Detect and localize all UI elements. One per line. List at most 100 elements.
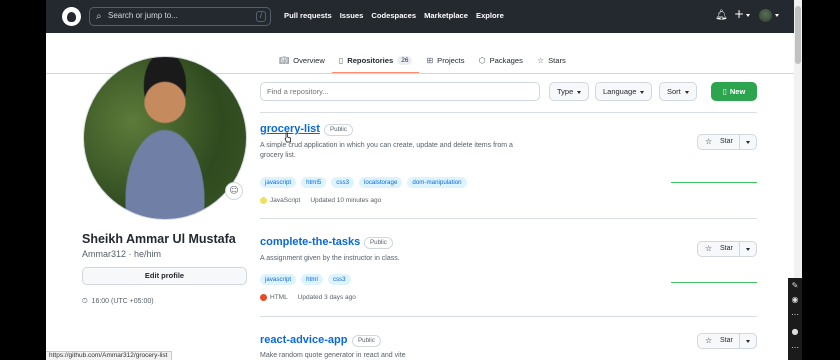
- chevron-down-icon: [640, 90, 645, 94]
- nav-marketplace[interactable]: Marketplace: [424, 11, 468, 20]
- header-nav: Pull requests Issues Codespaces Marketpl…: [284, 11, 504, 20]
- topic-tag[interactable]: javascript: [260, 177, 297, 188]
- repo-icon: ▯: [338, 55, 344, 65]
- tab-label: Packages: [489, 55, 523, 65]
- book-icon: 📖︎: [279, 55, 290, 65]
- new-button-label: New: [729, 87, 746, 96]
- github-header: ⌕ Search or jump to... / Pull requests I…: [46, 0, 794, 33]
- topic-tag[interactable]: css3: [327, 274, 351, 285]
- camera-icon[interactable]: ◉: [791, 296, 799, 304]
- tab-stars[interactable]: ☆ Stars: [530, 50, 573, 70]
- table-icon: ⊞: [426, 55, 434, 65]
- activity-sparkline: [671, 182, 757, 183]
- package-icon: ⬡: [478, 55, 486, 65]
- repo-description: A simple crud application in which you c…: [260, 142, 513, 159]
- type-filter-button[interactable]: Type: [549, 82, 590, 101]
- repo-count-badge: 26: [397, 55, 413, 65]
- profile-photo[interactable]: [83, 56, 247, 220]
- star-button-divider: [739, 242, 740, 256]
- chevron-down-icon: [577, 90, 582, 94]
- repo-updated: Updated 10 minutes ago: [310, 197, 382, 204]
- repo-language: JavaScript: [270, 197, 301, 204]
- mouse-cursor-hand-icon: [284, 132, 291, 143]
- create-new-plus-icon[interactable]: +: [734, 8, 744, 20]
- repo-list-item: complete-the-tasks Public A assignment g…: [260, 218, 757, 316]
- search-icon: ⌕: [96, 11, 102, 22]
- tab-projects[interactable]: ⊞ Projects: [419, 50, 471, 70]
- language-filter-label: Language: [603, 87, 637, 96]
- star-button-divider: [739, 135, 740, 149]
- repo-language: HTML: [270, 294, 288, 301]
- tab-label: Repositories: [347, 55, 394, 65]
- topic-tag[interactable]: html5: [301, 177, 327, 188]
- tab-packages[interactable]: ⬡ Packages: [472, 50, 530, 70]
- repo-topics: javascript html5 css3 localstorage dom-m…: [260, 177, 467, 188]
- star-button-divider: [739, 334, 740, 348]
- topic-tag[interactable]: dom-manipulation: [407, 177, 467, 188]
- star-label: Star: [720, 138, 733, 145]
- activity-sparkline: [671, 282, 757, 283]
- language-filter-button[interactable]: Language: [595, 82, 653, 101]
- search-shortcut-hint: /: [256, 11, 266, 22]
- star-button[interactable]: ☆ Star: [697, 241, 757, 257]
- find-repository-input[interactable]: [260, 82, 540, 101]
- more-options-icon[interactable]: ⋯: [791, 311, 799, 319]
- star-button[interactable]: ☆ Star: [697, 333, 757, 349]
- profile-tabs: 📖︎ Overview ▯ Repositories 26 ⊞ Projects…: [272, 50, 573, 74]
- edit-profile-button[interactable]: Edit profile: [82, 267, 247, 285]
- lists-dropdown-caret-icon[interactable]: [746, 340, 750, 343]
- tab-repositories[interactable]: ▯ Repositories 26: [331, 50, 420, 74]
- sort-filter-button[interactable]: Sort: [659, 82, 697, 101]
- repo-meta: HTML Updated 3 days ago: [260, 294, 356, 301]
- repo-updated: Updated 3 days ago: [297, 294, 356, 301]
- pen-icon[interactable]: ✎: [791, 282, 799, 290]
- repo-icon: ▯: [722, 87, 727, 96]
- visibility-badge: Public: [324, 124, 353, 136]
- lists-dropdown-caret-icon[interactable]: [746, 248, 750, 251]
- search-input[interactable]: ⌕ Search or jump to... /: [89, 7, 271, 26]
- repo-name-link[interactable]: react-advice-app: [260, 334, 347, 346]
- star-button[interactable]: ☆ Star: [697, 134, 757, 150]
- star-icon: ☆: [705, 336, 713, 345]
- tab-overview[interactable]: 📖︎ Overview: [272, 50, 332, 70]
- nav-pull-requests[interactable]: Pull requests: [284, 11, 332, 20]
- nav-codespaces[interactable]: Codespaces: [371, 11, 416, 20]
- topic-tag[interactable]: localstorage: [359, 177, 403, 188]
- topic-tag[interactable]: css3: [331, 177, 355, 188]
- tab-label: Stars: [548, 55, 566, 65]
- tab-label: Overview: [293, 55, 325, 65]
- clock-icon: 🕓︎: [82, 297, 88, 305]
- local-time-text: 16:00 (UTC +05:00): [91, 298, 154, 305]
- sort-filter-label: Sort: [667, 87, 681, 96]
- lists-dropdown-caret-icon[interactable]: [746, 141, 750, 144]
- visibility-badge: Public: [352, 335, 381, 347]
- repo-description: A assignment given by the instructor in …: [260, 255, 400, 262]
- new-repository-button[interactable]: ▯ New: [711, 82, 757, 101]
- topic-tag[interactable]: javascript: [260, 274, 297, 285]
- github-logo-icon[interactable]: [62, 7, 81, 26]
- profile-handle: Ammar312 · he/him: [82, 249, 162, 259]
- menu-icon[interactable]: ⋯: [791, 344, 799, 352]
- repo-name-link[interactable]: complete-the-tasks: [260, 236, 360, 248]
- topic-tag[interactable]: html: [301, 274, 323, 285]
- set-status-smiley-icon[interactable]: ☺: [225, 182, 243, 200]
- nav-issues[interactable]: Issues: [340, 11, 364, 20]
- microphone-icon[interactable]: ●: [791, 328, 799, 336]
- repo-topics: javascript html css3: [260, 274, 351, 285]
- repo-description: Make random quote generator in react and…: [260, 352, 406, 359]
- nav-explore[interactable]: Explore: [476, 11, 504, 20]
- local-time: 🕓︎ 16:00 (UTC +05:00): [82, 297, 154, 306]
- language-color-dot: [260, 294, 267, 301]
- notification-bell-icon[interactable]: 🔔︎: [715, 10, 728, 22]
- repo-meta: JavaScript Updated 10 minutes ago: [260, 197, 381, 204]
- star-icon: ☆: [705, 137, 713, 146]
- repo-list-item: react-advice-app Public Make random quot…: [260, 316, 757, 360]
- scrollbar-thumb[interactable]: [795, 6, 801, 64]
- recording-toolbar: ✎ ◉ ⋯ ● ⋯: [788, 278, 802, 360]
- user-avatar-menu[interactable]: [759, 9, 772, 22]
- profile-name: Sheikh Ammar Ul Mustafa: [82, 232, 236, 246]
- chevron-down-icon: [684, 90, 689, 94]
- star-label: Star: [720, 245, 733, 252]
- create-new-caret-icon: [746, 14, 750, 17]
- search-placeholder: Search or jump to...: [108, 11, 178, 20]
